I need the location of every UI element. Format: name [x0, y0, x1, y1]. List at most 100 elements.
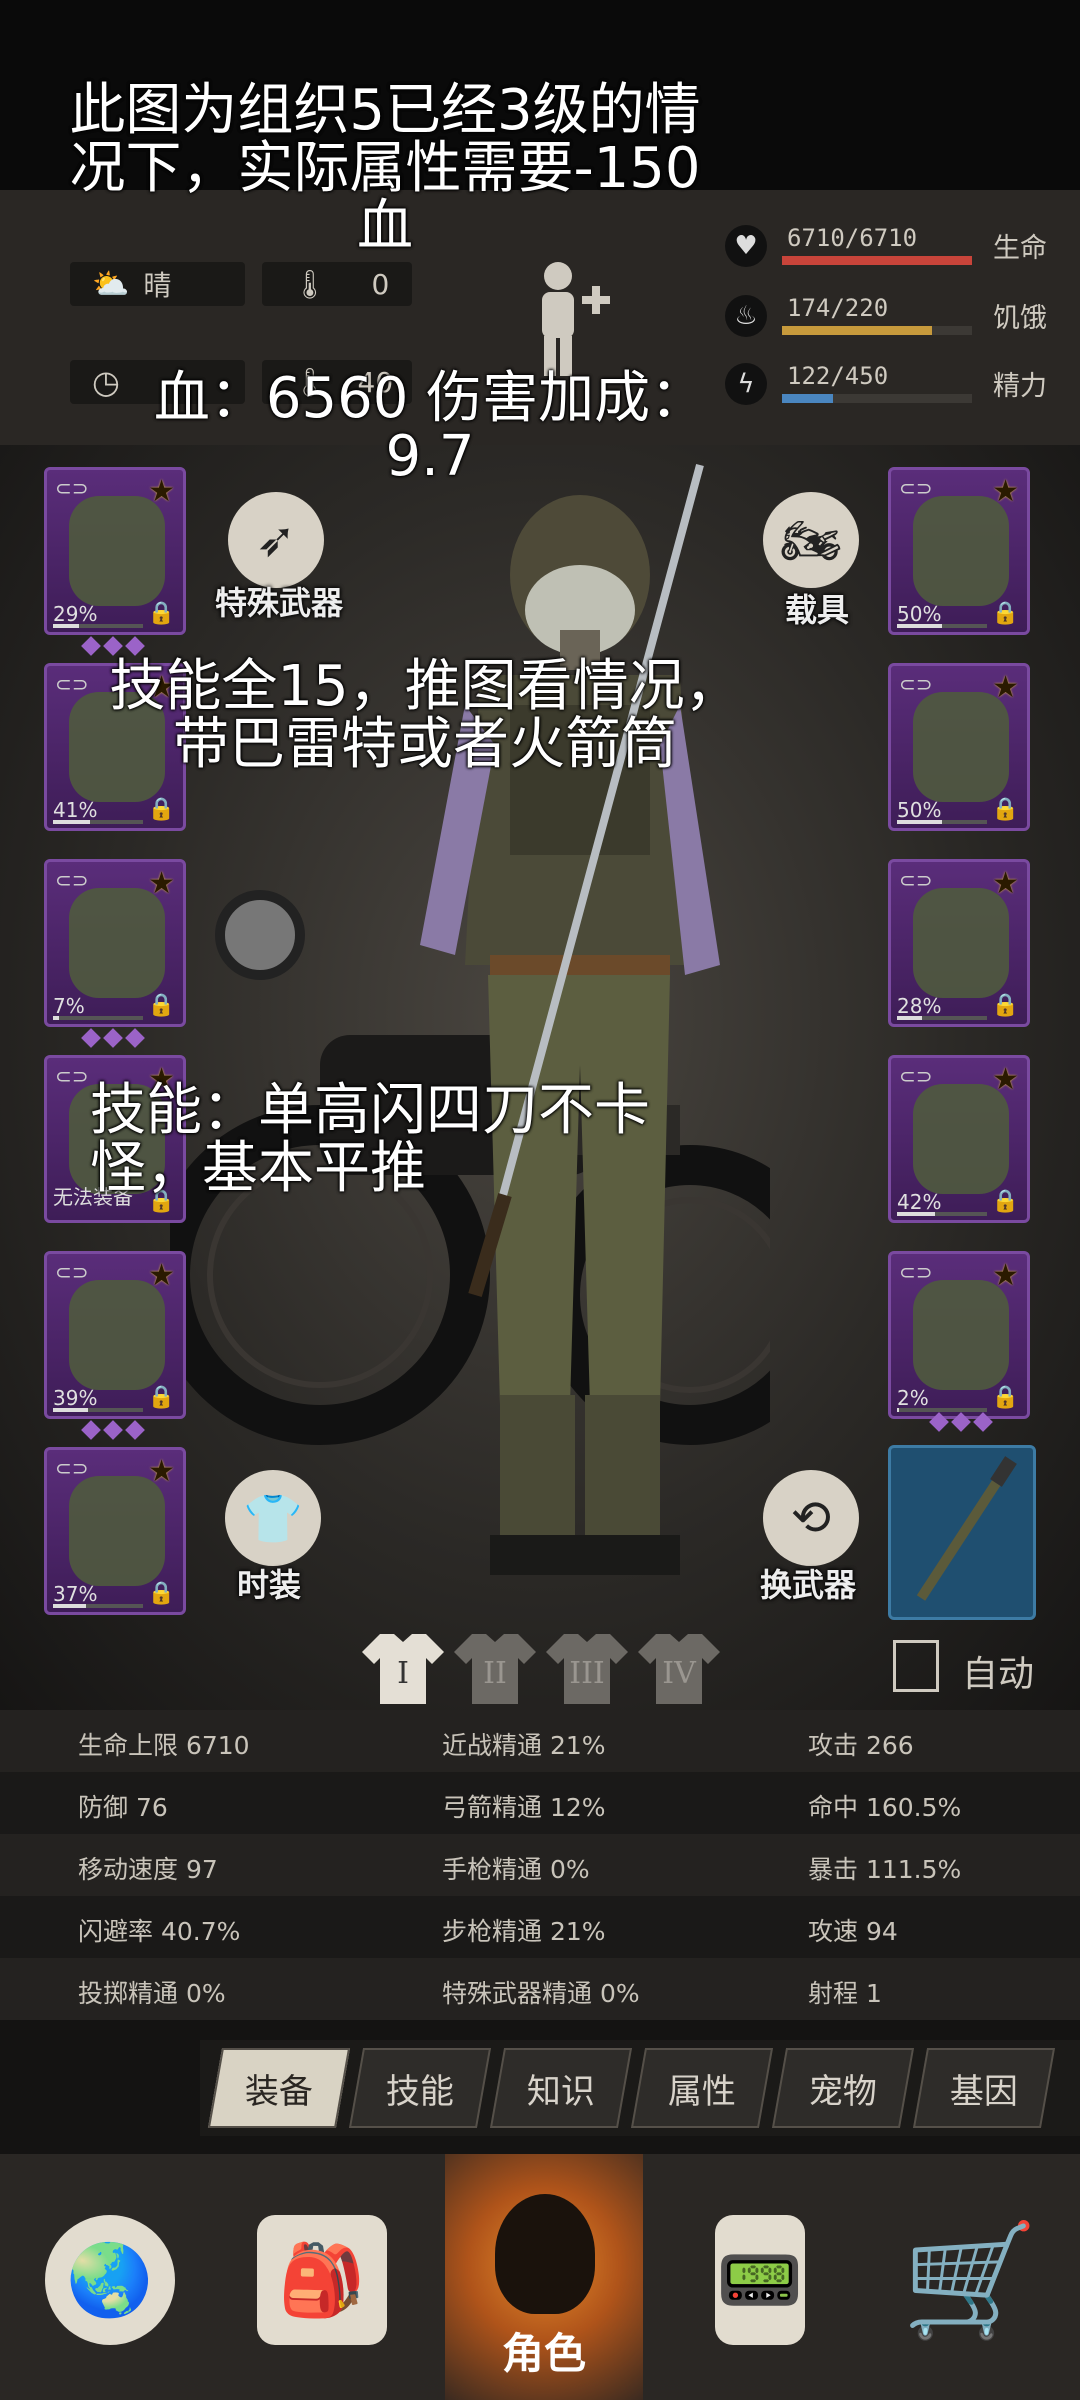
preset-shirt-1[interactable]: II: [452, 1630, 538, 1706]
attribute-cell: 闪避率 40.7%: [78, 1917, 241, 1946]
durability-bar: [897, 1016, 987, 1020]
left-equipment-slot-5[interactable]: ⊂⊃ ★ 37% 🔒: [44, 1447, 186, 1615]
attribute-cell: 攻击 266: [808, 1731, 914, 1760]
stomach-icon: ♨: [725, 295, 767, 337]
durability-percent: 29%: [53, 602, 98, 626]
left-equipment-slot-4[interactable]: ⊂⊃ ★ 39% 🔒: [44, 1251, 186, 1419]
nav-radio[interactable]: 📟: [660, 2160, 860, 2400]
durability-bar: [897, 820, 987, 824]
lock-icon: 🔒: [991, 993, 1019, 1018]
motorcycle-icon: 🏍: [780, 512, 842, 569]
overlay-note-tips: 技能：单高闪四刀不卡怪，基本平推: [90, 1078, 650, 1201]
vital-row-0: ♥ 6710/6710 生命: [725, 222, 1065, 270]
durability-bar: [897, 624, 987, 628]
left-equipment-slot-2[interactable]: ⊂⊃ ★ 7% 🔒: [44, 859, 186, 1027]
grade-dots: [81, 636, 145, 656]
link-icon: ⊂⊃: [55, 868, 89, 892]
vital-bar-fill: [782, 256, 972, 265]
preset-shirt-2[interactable]: III: [544, 1630, 630, 1706]
tab-0[interactable]: 装备: [207, 2048, 351, 2128]
attribute-row: 防御 76 弓箭精通 12% 命中 160.5%: [0, 1772, 1080, 1834]
tab-label: 属性: [668, 2071, 736, 2112]
nav-backpack[interactable]: 🎒: [222, 2160, 422, 2400]
vital-label: 精力: [993, 371, 1047, 402]
temperature-pill: 🌡 0: [262, 262, 412, 306]
equipment-item-image: [69, 1476, 165, 1586]
tab-5[interactable]: 基因: [912, 2048, 1056, 2128]
overlay-note-skills: 技能全15，推图看情况，带巴雷特或者火箭筒: [109, 654, 741, 777]
durability-bar: [53, 1016, 143, 1020]
durability-bar: [53, 1604, 143, 1608]
lock-icon: 🔒: [147, 1581, 175, 1606]
attribute-cell: 弓箭精通 12%: [442, 1793, 606, 1822]
lock-icon: 🔒: [147, 797, 175, 822]
lock-icon: 🔒: [991, 797, 1019, 822]
vital-glyph: ♨: [734, 301, 758, 331]
equipment-item-image: [913, 888, 1009, 998]
attribute-row: 闪避率 40.7% 步枪精通 21% 攻速 94: [0, 1896, 1080, 1958]
durability-percent: 50%: [897, 602, 942, 626]
vital-row-2: ϟ 122/450 精力: [725, 360, 1065, 408]
durability-bar: [53, 820, 143, 824]
left-equipment-slot-0[interactable]: ⊂⊃ ★ 29% 🔒: [44, 467, 186, 635]
tab-1[interactable]: 技能: [348, 2048, 492, 2128]
head-silhouette-icon: [495, 2194, 595, 2314]
tab-label: 基因: [950, 2071, 1018, 2112]
grade-dots: [81, 1028, 145, 1048]
attribute-row: 移动速度 97 手枪精通 0% 暴击 111.5%: [0, 1834, 1080, 1896]
preset-shirt-3[interactable]: IV: [636, 1630, 722, 1706]
attribute-cell: 移动速度 97: [78, 1855, 218, 1884]
attribute-table: 生命上限 6710 近战精通 21% 攻击 266 防御 76 弓箭精通 12% 命中 1…: [0, 1710, 1080, 2020]
auto-checkbox[interactable]: [893, 1640, 939, 1692]
tab-4[interactable]: 宠物: [771, 2048, 915, 2128]
tab-3[interactable]: 属性: [630, 2048, 774, 2128]
grade-dots: [81, 1420, 145, 1440]
vital-row-1: ♨ 174/220 饥饿: [725, 292, 1065, 340]
body-status-icon[interactable]: [520, 258, 615, 378]
special-weapon-button[interactable]: ➶: [228, 492, 324, 588]
attribute-cell: 暴击 111.5%: [808, 1855, 962, 1884]
durability-percent: 39%: [53, 1386, 98, 1410]
equipment-item-image: [913, 1280, 1009, 1390]
attribute-cell: 特殊武器精通 0%: [442, 1979, 640, 2008]
equipment-item-image: [913, 1084, 1009, 1194]
vital-bar: [782, 256, 972, 265]
fashion-button[interactable]: 👕: [225, 1470, 321, 1566]
right-equipment-slot-3[interactable]: ⊂⊃ ★ 42% 🔒: [888, 1055, 1030, 1223]
nav-character[interactable]: 角色: [445, 2154, 643, 2400]
special-weapon-label: 特殊武器: [215, 584, 344, 622]
vital-value: 174/220: [787, 294, 889, 322]
durability-percent: 7%: [53, 994, 85, 1018]
link-icon: ⊂⊃: [899, 672, 933, 696]
thermometer-icon: 🌡: [292, 267, 328, 301]
nav-world-map[interactable]: 🌏: [10, 2160, 210, 2400]
nav-shop[interactable]: 🛒: [870, 2160, 1070, 2400]
right-equipment-slot-0[interactable]: ⊂⊃ ★ 50% 🔒: [888, 467, 1030, 635]
lock-icon: 🔒: [991, 1385, 1019, 1410]
attribute-cell: 近战精通 21%: [442, 1731, 606, 1760]
right-equipment-slot-1[interactable]: ⊂⊃ ★ 50% 🔒: [888, 663, 1030, 831]
vital-label: 生命: [993, 233, 1047, 264]
attribute-cell: 步枪精通 21%: [442, 1917, 606, 1946]
vital-bar: [782, 326, 972, 335]
vehicle-button[interactable]: 🏍: [763, 492, 859, 588]
durability-percent: 2%: [897, 1386, 929, 1410]
right-equipment-slot-2[interactable]: ⊂⊃ ★ 28% 🔒: [888, 859, 1030, 1027]
attribute-cell: 手枪精通 0%: [442, 1855, 590, 1884]
link-icon: ⊂⊃: [55, 476, 89, 500]
attribute-row: 生命上限 6710 近战精通 21% 攻击 266: [0, 1710, 1080, 1772]
link-icon: ⊂⊃: [899, 1260, 933, 1284]
preset-shirt-0[interactable]: I: [360, 1630, 446, 1706]
vital-label: 饥饿: [993, 303, 1047, 334]
attribute-cell: 防御 76: [78, 1793, 168, 1822]
weather-label: 晴: [143, 269, 172, 302]
right-equipment-slot-4[interactable]: ⊂⊃ ★ 2% 🔒: [888, 1251, 1030, 1419]
tab-2[interactable]: 知识: [489, 2048, 633, 2128]
cart-icon: 🛒: [901, 2215, 1039, 2344]
secondary-weapon-slot[interactable]: [888, 1445, 1036, 1620]
link-icon: ⊂⊃: [55, 1456, 89, 1480]
durability-bar: [53, 624, 143, 628]
link-icon: ⊂⊃: [55, 672, 89, 696]
switch-weapon-button[interactable]: ⟲: [763, 1470, 859, 1566]
attribute-row: 投掷精通 0% 特殊武器精通 0% 射程 1: [0, 1958, 1080, 2020]
